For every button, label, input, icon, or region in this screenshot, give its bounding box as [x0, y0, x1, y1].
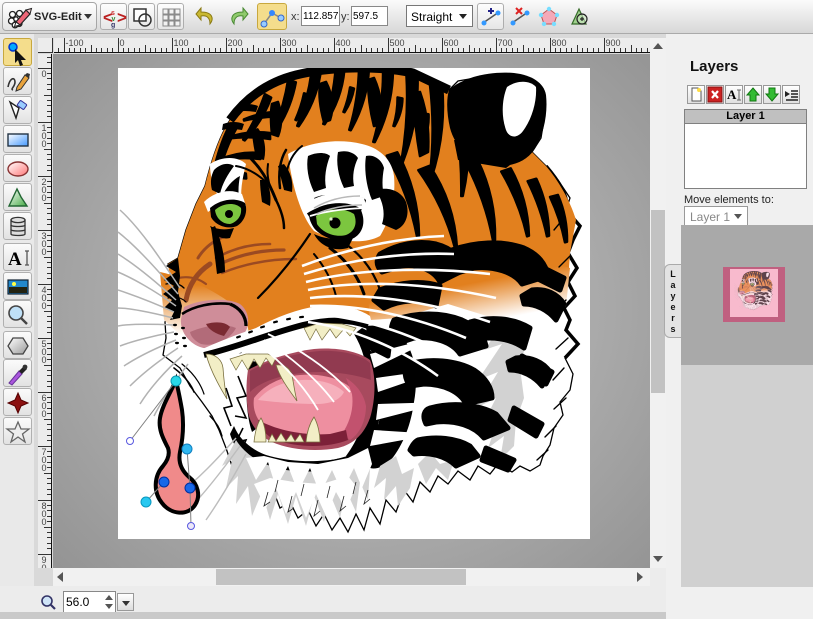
- svg-text:>: >: [117, 8, 127, 27]
- svg-text:A: A: [8, 249, 22, 270]
- svg-text:A: A: [727, 87, 737, 102]
- svg-text:g: g: [111, 22, 115, 29]
